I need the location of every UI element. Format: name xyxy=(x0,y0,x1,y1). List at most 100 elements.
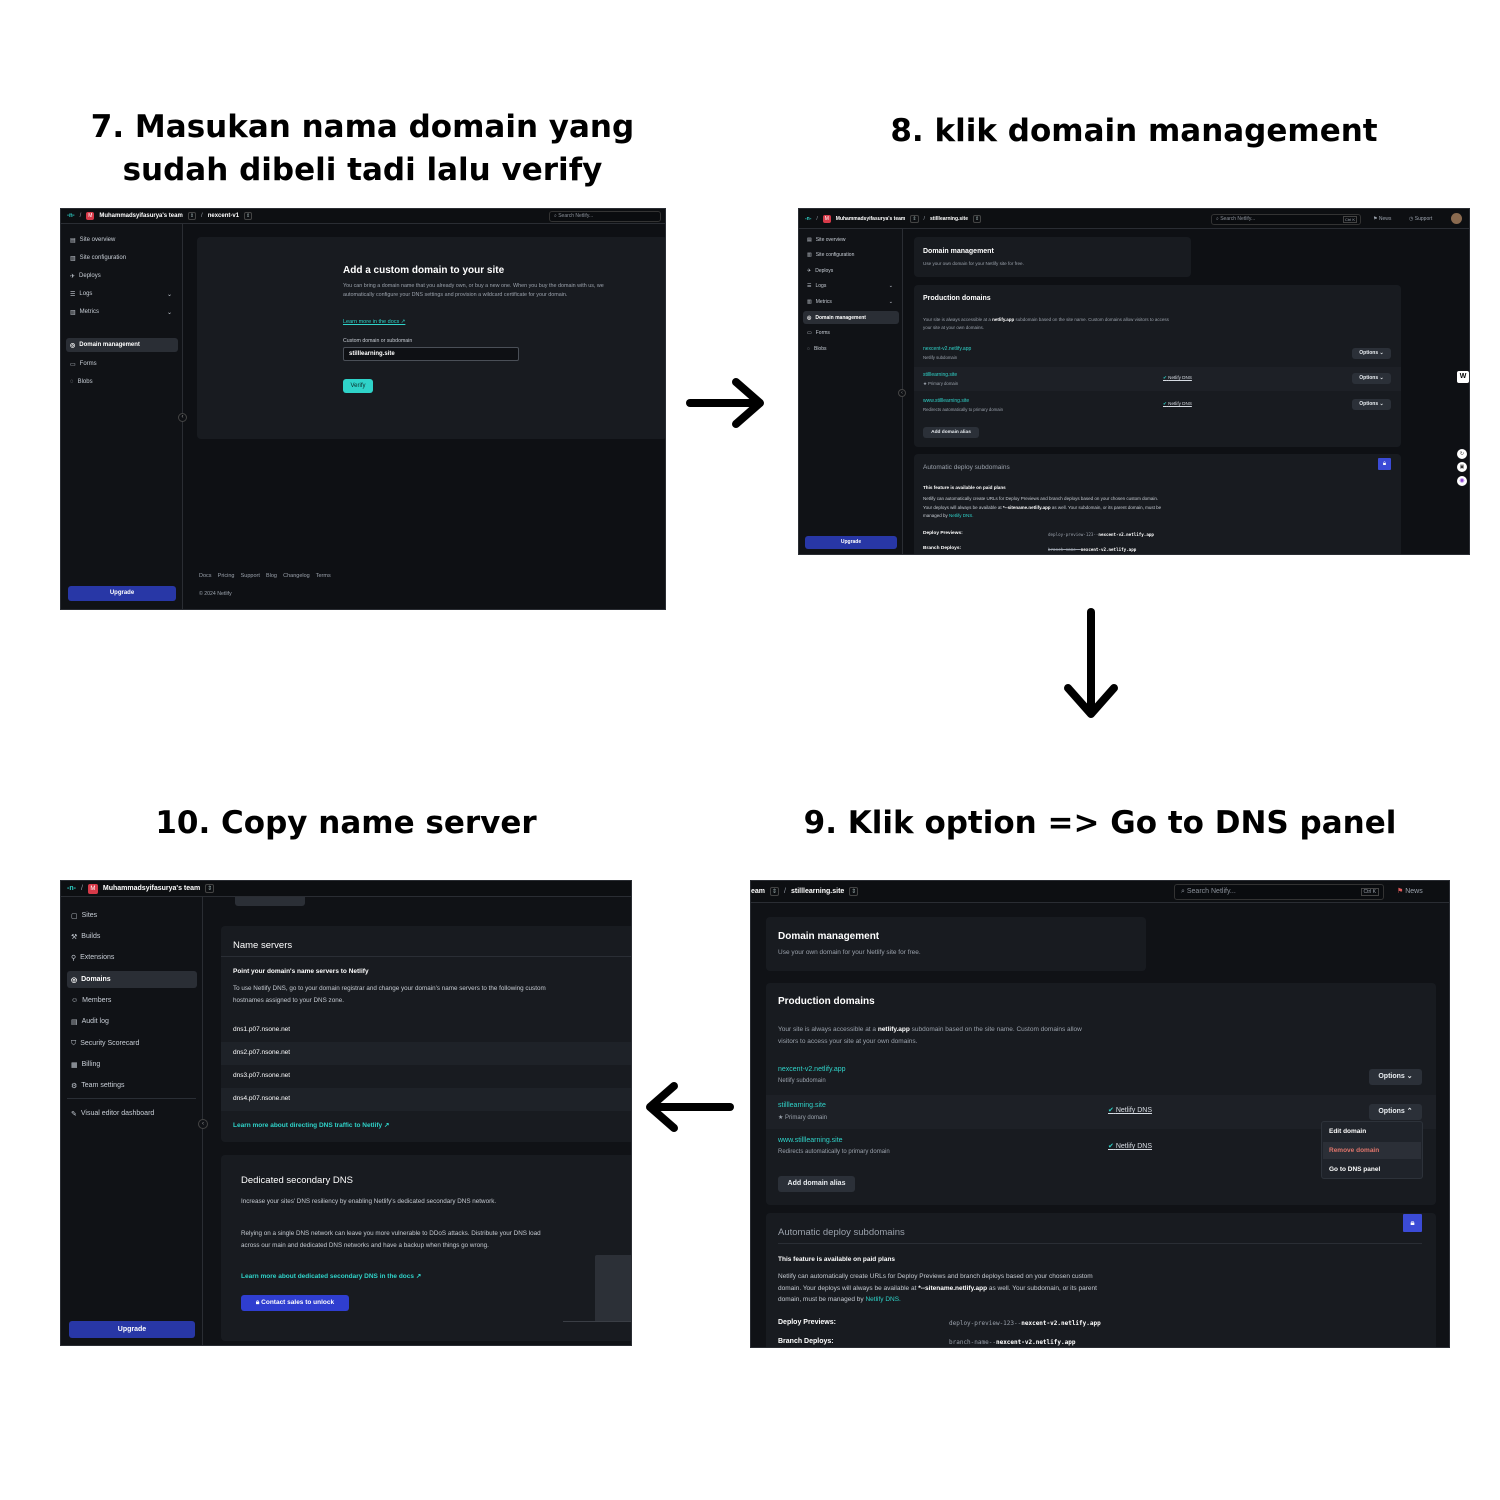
menu-item-edit-domain[interactable]: Edit domain xyxy=(1329,1128,1366,1135)
team-switcher-icon[interactable]: ⇕ xyxy=(205,884,215,893)
netlify-dns-link[interactable]: ✔ Netlify DNS xyxy=(1108,1142,1152,1150)
footer-link-docs[interactable]: Docs xyxy=(199,573,212,579)
upgrade-button[interactable]: Upgrade xyxy=(68,586,176,601)
collapse-sidebar-icon[interactable]: ‹ xyxy=(178,413,187,422)
sidebar-item-site-overview[interactable]: ▤ Site overview xyxy=(66,234,178,246)
sidebar-item-extensions[interactable]: ⚲ Extensions xyxy=(67,950,197,965)
sidebar-item-billing[interactable]: ▦ Billing xyxy=(67,1057,197,1072)
search-input[interactable]: ⌕ Search Netlify... Ctrl K xyxy=(1174,884,1384,900)
site-switcher-icon[interactable]: ⇕ xyxy=(973,214,982,223)
netlify-dns-link[interactable]: ✔ Netlify DNS xyxy=(1163,375,1192,381)
sidebar-item-audit-log[interactable]: ▤ Audit log xyxy=(67,1014,197,1029)
verify-button[interactable]: Verify xyxy=(343,379,373,393)
footer-link-blog[interactable]: Blog xyxy=(266,573,277,579)
site-name[interactable]: stilllearning.site xyxy=(791,888,844,895)
collapse-sidebar-icon[interactable]: ‹ xyxy=(198,1119,208,1129)
site-name[interactable]: stilllearning.site xyxy=(930,216,968,222)
sidebar-item-deploys[interactable]: ✈ Deploys xyxy=(66,270,178,282)
news-link[interactable]: ⚑ News xyxy=(1397,887,1423,895)
name-servers-learn-more-link[interactable]: Learn more about directing DNS traffic t… xyxy=(233,1121,389,1129)
team-switcher-icon[interactable]: ⇕ xyxy=(770,887,780,896)
options-button[interactable]: Options ⌄ xyxy=(1352,348,1391,359)
site-switcher-icon[interactable]: ⇕ xyxy=(849,887,859,896)
sidebar-item-sites[interactable]: ▢ Sites xyxy=(67,908,197,923)
options-button[interactable]: Options ⌄ xyxy=(1352,373,1391,384)
add-domain-alias-button[interactable]: Add domain alias xyxy=(778,1176,855,1192)
collapse-sidebar-icon[interactable]: ‹ xyxy=(898,389,906,397)
domain-name-link[interactable]: stilllearning.site xyxy=(923,372,957,378)
secondary-dns-learn-more-link[interactable]: Learn more about dedicated secondary DNS… xyxy=(241,1272,421,1280)
netlify-logo[interactable]: -n- xyxy=(67,213,75,219)
widget-screen-icon[interactable]: ▣ xyxy=(1457,462,1467,472)
team-switcher-icon[interactable]: ⇕ xyxy=(910,214,919,223)
netlify-logo[interactable]: -n- xyxy=(805,216,811,222)
sidebar-item-logs[interactable]: ☰ Logs ⌄ xyxy=(66,288,178,300)
sidebar-item-domain-management[interactable]: ◎ Domain management xyxy=(803,311,899,324)
domain-name-link[interactable]: stilllearning.site xyxy=(778,1102,826,1109)
team-name[interactable]: eam xyxy=(751,888,765,895)
footer-link-terms[interactable]: Terms xyxy=(316,573,331,579)
search-input[interactable]: ⌕ Search Netlify... xyxy=(549,211,661,222)
footer-link-changelog[interactable]: Changelog xyxy=(283,573,310,579)
sidebar-item-forms[interactable]: ▭ Forms xyxy=(803,328,899,338)
sidebar-item-builds[interactable]: ⚒ Builds xyxy=(67,929,197,944)
name-server-value[interactable]: dns3.p07.nsone.net xyxy=(233,1072,290,1079)
widget-w-icon[interactable]: W xyxy=(1457,371,1469,383)
footer-link-support[interactable]: Support xyxy=(241,573,260,579)
netlify-dns-link[interactable]: ✔ Netlify DNS xyxy=(1108,1106,1152,1114)
custom-domain-input[interactable]: stilllearning.site xyxy=(343,347,519,361)
options-button[interactable]: Options ⌄ xyxy=(1352,399,1391,410)
sidebar-item-blobs[interactable]: ◌ Blobs xyxy=(803,344,899,354)
sidebar-item-members[interactable]: ☺ Members xyxy=(67,993,197,1008)
team-name[interactable]: Muhammadsyifasurya's team xyxy=(99,213,182,219)
netlify-logo[interactable]: -n- xyxy=(67,885,76,892)
sidebar-item-domain-management[interactable]: ◎ Domain management xyxy=(66,338,178,352)
netlify-dns-link[interactable]: Netlify DNS. xyxy=(865,1296,900,1303)
sidebar-item-site-configuration[interactable]: ▥ Site configuration xyxy=(66,252,178,264)
upgrade-button[interactable]: Upgrade xyxy=(805,536,897,549)
options-button[interactable]: Options ⌄ xyxy=(1369,1069,1422,1085)
sidebar-item-deploys[interactable]: ✈ Deploys xyxy=(803,266,899,276)
news-link[interactable]: ⚑ News xyxy=(1373,216,1391,222)
domain-name-link[interactable]: www.stilllearning.site xyxy=(778,1137,843,1144)
learn-more-link[interactable]: Learn more in the docs ↗ xyxy=(343,319,405,325)
options-button[interactable]: Options ⌃ xyxy=(1369,1104,1422,1120)
sidebar-item-blobs[interactable]: ◌ Blobs xyxy=(66,376,178,388)
site-switcher-icon[interactable]: ⇕ xyxy=(244,212,253,220)
widget-color-icon[interactable]: ◉ xyxy=(1457,476,1467,486)
sidebar-item-metrics[interactable]: ▥ Metrics ⌄ xyxy=(66,306,178,318)
sidebar-item-visual-editor-dashboard[interactable]: ✎ Visual editor dashboard xyxy=(67,1106,197,1121)
user-avatar[interactable] xyxy=(1451,213,1462,224)
extensions-icon: ⚲ xyxy=(71,954,77,962)
deploy-previews-label: Deploy Previews: xyxy=(923,531,963,536)
sidebar-item-site-configuration[interactable]: ▥ Site configuration xyxy=(803,250,899,260)
domain-name-link[interactable]: www.stilllearning.site xyxy=(923,398,969,404)
site-name[interactable]: nexcent-v1 xyxy=(208,213,239,219)
upgrade-button[interactable]: Upgrade xyxy=(69,1321,195,1338)
name-server-value[interactable]: dns1.p07.nsone.net xyxy=(233,1026,290,1033)
sidebar-item-site-overview[interactable]: ▤ Site overview xyxy=(803,235,899,245)
team-name[interactable]: Muhammadsyifasurya's team xyxy=(103,885,200,892)
search-input[interactable]: ⌕ Search Netlify... Ctrl K xyxy=(1211,214,1361,225)
domain-name-link[interactable]: nexcent-v2.netlify.app xyxy=(778,1066,846,1073)
team-name[interactable]: Muhammadsyifasurya's team xyxy=(836,216,906,222)
sidebar-item-logs[interactable]: ☰ Logs ⌄ xyxy=(803,281,899,291)
widget-share-icon[interactable]: ↻ xyxy=(1457,449,1467,459)
sidebar-item-team-settings[interactable]: ⚙ Team settings xyxy=(67,1078,197,1093)
menu-item-go-to-dns-panel[interactable]: Go to DNS panel xyxy=(1329,1166,1380,1173)
name-server-value[interactable]: dns2.p07.nsone.net xyxy=(233,1049,290,1056)
add-domain-alias-button[interactable]: Add domain alias xyxy=(923,427,979,438)
sidebar-item-metrics[interactable]: ▥ Metrics ⌄ xyxy=(803,297,899,307)
name-server-value[interactable]: dns4.p07.nsone.net xyxy=(233,1095,290,1102)
contact-sales-button[interactable]: 🔒︎ Contact sales to unlock xyxy=(241,1295,349,1311)
netlify-dns-link[interactable]: Netlify DNS. xyxy=(949,513,974,518)
team-switcher-icon[interactable]: ⇕ xyxy=(187,212,197,220)
footer-link-pricing[interactable]: Pricing xyxy=(218,573,235,579)
netlify-dns-link[interactable]: ✔ Netlify DNS xyxy=(1163,401,1192,407)
menu-item-remove-domain[interactable]: Remove domain xyxy=(1323,1142,1421,1159)
domain-name-link[interactable]: nexcent-v2.netlify.app xyxy=(923,346,971,352)
support-link[interactable]: ◷ Support xyxy=(1409,216,1432,222)
sidebar-item-domains[interactable]: ◎ Domains xyxy=(67,971,197,988)
sidebar-item-security-scorecard[interactable]: ⛉ Security Scorecard xyxy=(67,1036,197,1051)
sidebar-item-forms[interactable]: ▭ Forms xyxy=(66,358,178,370)
